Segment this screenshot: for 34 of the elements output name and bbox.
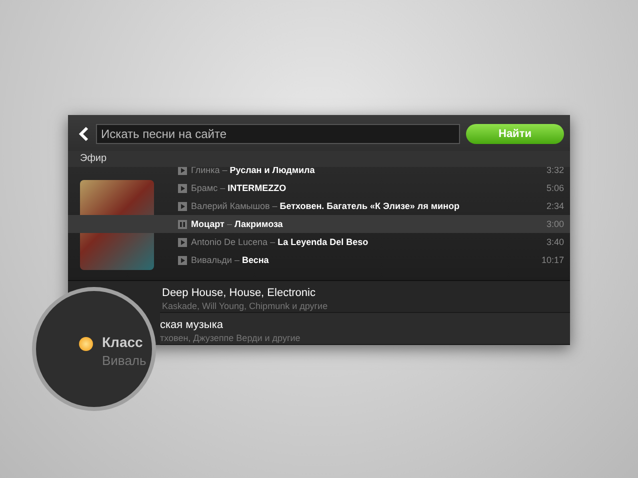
track-name[interactable]: Antonio De Lucena – La Leyenda Del Beso xyxy=(191,237,368,247)
track-row[interactable]: Antonio De Lucena – La Leyenda Del Beso 3:40 xyxy=(178,233,570,251)
track-row[interactable]: Валерий Камышов – Бетховен. Багатель «К Элизе» ля минор 2:34 xyxy=(178,197,570,215)
track-row[interactable]: Брамс – INTERMEZZO 5:06 xyxy=(178,179,570,197)
search-field[interactable]: Искать песни на сайте xyxy=(96,124,460,144)
station-indicator-icon xyxy=(79,337,93,351)
track-row[interactable]: Глинка – Руслан и Людмила 3:32 xyxy=(178,167,570,179)
section-label: Эфир xyxy=(80,153,107,164)
track-name[interactable]: Моцарт – Лакримоза xyxy=(191,219,283,229)
station-artists: Kaskade, Will Young, Chipmunk и другие xyxy=(162,301,329,311)
station-title: Класс xyxy=(102,334,143,350)
track-duration: 3:40 xyxy=(546,237,564,247)
track-name[interactable]: Глинка – Руслан и Людмила xyxy=(191,167,315,175)
track-duration: 10:17 xyxy=(541,255,564,265)
track-duration: 3:32 xyxy=(546,167,564,175)
station-artists: Виваль xyxy=(102,353,146,368)
play-icon[interactable] xyxy=(178,256,187,264)
play-icon[interactable] xyxy=(178,202,187,210)
play-icon[interactable] xyxy=(178,167,187,174)
pause-icon[interactable] xyxy=(178,220,187,228)
station-row[interactable]: ская музыка тховен, Джузеппе Верди и другие xyxy=(160,313,570,345)
play-icon[interactable] xyxy=(178,238,187,246)
track-name[interactable]: Брамс – INTERMEZZO xyxy=(191,183,286,193)
track-row[interactable]: Моцарт – Лакримоза 3:00 xyxy=(68,215,570,233)
station-title: Deep House, House, Electronic xyxy=(162,287,316,299)
track-duration: 3:00 xyxy=(546,219,564,229)
track-duration: 5:06 xyxy=(546,183,564,193)
track-name[interactable]: Валерий Камышов – Бетховен. Багатель «К Элизе» ля минор xyxy=(191,201,460,211)
play-icon[interactable] xyxy=(178,184,187,192)
track-name[interactable]: Вивальди – Весна xyxy=(191,255,269,265)
station-title: ская музыка xyxy=(160,319,224,331)
track-duration: 2:34 xyxy=(546,201,564,211)
track-row[interactable]: Вивальди – Весна 10:17 xyxy=(178,251,570,269)
station-artists: тховен, Джузеппе Верди и другие xyxy=(160,333,302,343)
